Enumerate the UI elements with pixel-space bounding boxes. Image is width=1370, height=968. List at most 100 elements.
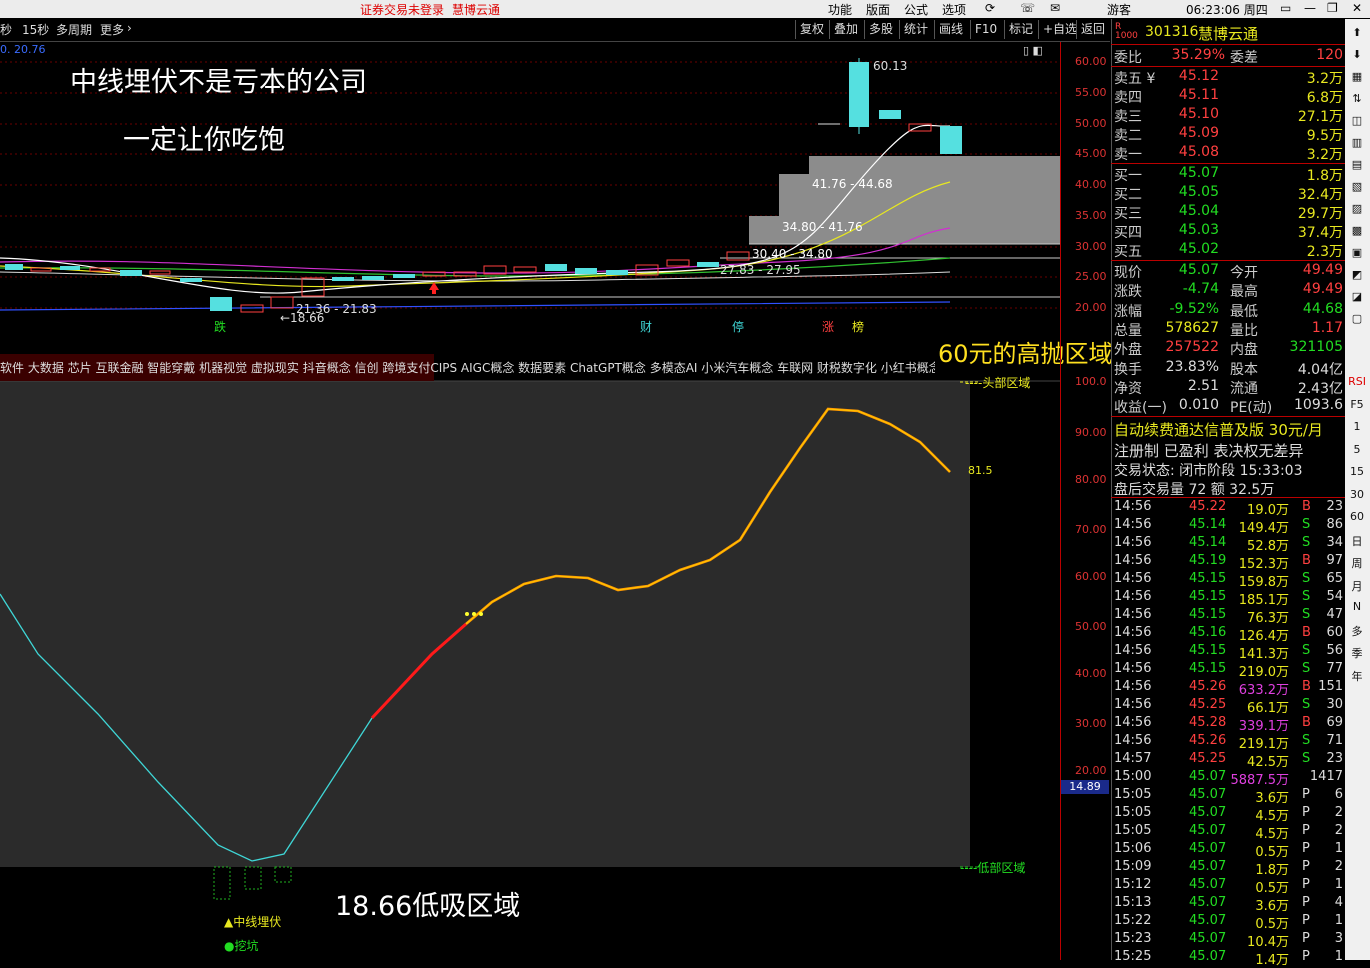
btn-f10[interactable]: F10 — [970, 20, 1001, 39]
side-tool-icon[interactable]: ▨ — [1348, 202, 1366, 215]
tick-row: 14:56 45.15 76.3万 S 47 — [1114, 607, 1343, 626]
window-menu-icon[interactable]: ▭ — [1280, 1, 1291, 15]
menu-formula[interactable]: 公式 — [904, 1, 928, 18]
visitor-label[interactable]: 游客 — [1107, 1, 1131, 18]
side-tool-icon[interactable]: ▩ — [1348, 224, 1366, 237]
side-tool-icon[interactable]: ▤ — [1348, 158, 1366, 171]
axis-tick: 80.00 — [1075, 473, 1107, 486]
side-strip-item[interactable]: 年 — [1348, 668, 1366, 684]
side-tool-icon[interactable]: ⬇ — [1348, 48, 1366, 61]
btn-overlay[interactable]: 叠加 — [829, 20, 862, 39]
side-tool-icon[interactable]: ⇅ — [1348, 92, 1366, 105]
side-tool-icon[interactable]: ◩ — [1348, 268, 1366, 281]
tick-row: 14:56 45.22 19.0万 B 23 — [1114, 499, 1343, 518]
btn-add-watchlist[interactable]: +自选 — [1038, 20, 1081, 39]
tick-row: 14:57 45.25 42.5万 S 23 — [1114, 751, 1343, 770]
event-tag-rise[interactable]: 涨 — [822, 318, 834, 335]
current-axis-value: 14.89 — [1061, 780, 1109, 794]
stat-row: 收益(一) 0.010 PE(动) 1093.6 — [1114, 397, 1343, 417]
period-seconds[interactable]: 秒 — [0, 21, 12, 38]
minimize-icon[interactable]: — — [1304, 1, 1316, 15]
btn-draw[interactable]: 画线 — [934, 20, 967, 39]
tick-row: 14:56 45.14 52.8万 S 34 — [1114, 535, 1343, 554]
stock-name: 慧博云通 — [1198, 25, 1259, 43]
side-strip-item[interactable]: 60 — [1348, 510, 1366, 523]
axis-tick: 50.00 — [1075, 620, 1107, 633]
axis-tick: 100.0 — [1075, 375, 1107, 388]
side-tool-icon[interactable]: ▦ — [1348, 70, 1366, 83]
low-price-label: ←18.66 — [280, 311, 325, 325]
axis-tick: 40.00 — [1075, 178, 1107, 191]
axis-tick: 55.00 — [1075, 86, 1107, 99]
side-tool-icon[interactable]: ▣ — [1348, 246, 1366, 259]
side-tool-icon[interactable]: ⬆ — [1348, 26, 1366, 39]
side-strip-item[interactable]: F5 — [1348, 398, 1366, 411]
ask-row[interactable]: 卖四 45.11 6.8万 — [1113, 87, 1345, 106]
side-strip-item[interactable]: 季 — [1348, 645, 1366, 661]
ask-row[interactable]: 卖三 45.10 27.1万 — [1113, 106, 1345, 125]
side-strip-item[interactable]: 月 — [1348, 578, 1366, 594]
side-strip-item[interactable]: 5 — [1348, 443, 1366, 456]
stat-row: 净资 2.51 流通 2.43亿 — [1114, 377, 1343, 397]
side-tool-icon[interactable]: ▥ — [1348, 136, 1366, 149]
side-tool-icon[interactable]: ▢ — [1348, 312, 1366, 325]
side-strip-item[interactable]: N — [1348, 600, 1366, 613]
ask-row[interactable]: 卖五 ¥45.12 3.2万 — [1113, 68, 1345, 87]
side-tool-icon[interactable]: ◪ — [1348, 290, 1366, 303]
login-notice[interactable]: 证券交易未登录 — [360, 1, 444, 18]
tick-row: 15:23 45.07 10.4万 P 3 — [1114, 931, 1343, 950]
restore-icon[interactable]: ❐ — [1327, 1, 1338, 15]
axis-tick: 30.00 — [1075, 240, 1107, 253]
axis-tick: 45.00 — [1075, 147, 1107, 160]
tick-row: 14:56 45.14 149.4万 S 86 — [1114, 517, 1343, 536]
btn-back[interactable]: 返回 — [1076, 20, 1109, 39]
after-hours: 盘后交易量 72 额 32.5万 — [1114, 482, 1275, 498]
btn-stats[interactable]: 统计 — [899, 20, 932, 39]
side-strip-item[interactable]: 周 — [1348, 555, 1366, 571]
side-strip-item[interactable]: 15 — [1348, 465, 1366, 478]
tick-row: 14:56 45.25 66.1万 S 30 — [1114, 697, 1343, 716]
btn-fuquan[interactable]: 复权 — [795, 20, 828, 39]
event-tag-fall[interactable]: 跌 — [214, 318, 226, 335]
side-strip-item[interactable]: 1 — [1348, 420, 1366, 433]
mail-icon[interactable]: ✉ — [1050, 1, 1060, 15]
tick-row: 14:56 45.15 185.1万 S 54 — [1114, 589, 1343, 608]
close-icon[interactable]: ✕ — [1352, 1, 1362, 15]
menu-layout[interactable]: 版面 — [866, 1, 890, 18]
refresh-icon[interactable]: ⟳ — [985, 1, 995, 15]
tick-row: 14:56 45.16 126.4万 B 60 — [1114, 625, 1343, 644]
bid-row[interactable]: 买五 45.02 2.3万 — [1113, 241, 1345, 260]
legend-dig: ●挖坑 — [224, 939, 259, 953]
side-strip-item[interactable]: 日 — [1348, 533, 1366, 549]
side-tool-icon[interactable]: ▧ — [1348, 180, 1366, 193]
bid-row[interactable]: 买一 45.07 1.8万 — [1113, 165, 1345, 184]
concept-bar[interactable]: 软件 大数据 芯片 互联金融 智能穿戴 机器视觉 虚拟现实 抖音概念 信创 跨境… — [0, 359, 935, 376]
ask-row[interactable]: 卖一 45.08 3.2万 — [1113, 144, 1345, 163]
side-strip-item[interactable]: 30 — [1348, 488, 1366, 501]
bid-row[interactable]: 买二 45.05 32.4万 — [1113, 184, 1345, 203]
subline-text: 一定让你吃饱 — [123, 125, 285, 156]
ask-row[interactable]: 卖二 45.09 9.5万 — [1113, 125, 1345, 144]
zone-label-1: 41.76 - 44.68 — [812, 177, 893, 191]
event-tag-halt[interactable]: 停 — [732, 318, 744, 335]
chart-area[interactable] — [0, 42, 1060, 960]
event-tag-finance[interactable]: 财 — [640, 318, 652, 335]
side-tool-icon[interactable]: ◫ — [1348, 114, 1366, 127]
side-strip-item[interactable]: RSI — [1348, 375, 1366, 388]
more-menu[interactable]: 更多 — [100, 21, 124, 38]
period-15s[interactable]: 15秒 — [22, 21, 49, 38]
btn-multi-stock[interactable]: 多股 — [864, 20, 897, 39]
tick-row: 15:09 45.07 1.8万 P 2 — [1114, 859, 1343, 878]
menu-options[interactable]: 选项 — [942, 1, 966, 18]
event-tag-rank[interactable]: 榜 — [852, 318, 864, 335]
btn-mark[interactable]: 标记 — [1004, 20, 1037, 39]
bid-row[interactable]: 买四 45.03 37.4万 — [1113, 222, 1345, 241]
expand-icon[interactable]: ▯ ◧ — [1023, 44, 1043, 57]
bid-row[interactable]: 买三 45.04 29.7万 — [1113, 203, 1345, 222]
multi-period[interactable]: 多周期 — [56, 21, 92, 38]
side-strip-item[interactable]: 多 — [1348, 623, 1366, 639]
promo-banner[interactable]: 自动续费通达信普及版 30元/月 — [1114, 419, 1323, 440]
chevron-right-icon[interactable]: › — [127, 21, 132, 35]
menu-function[interactable]: 功能 — [828, 1, 852, 18]
phone-icon[interactable]: ☏ — [1020, 1, 1035, 15]
